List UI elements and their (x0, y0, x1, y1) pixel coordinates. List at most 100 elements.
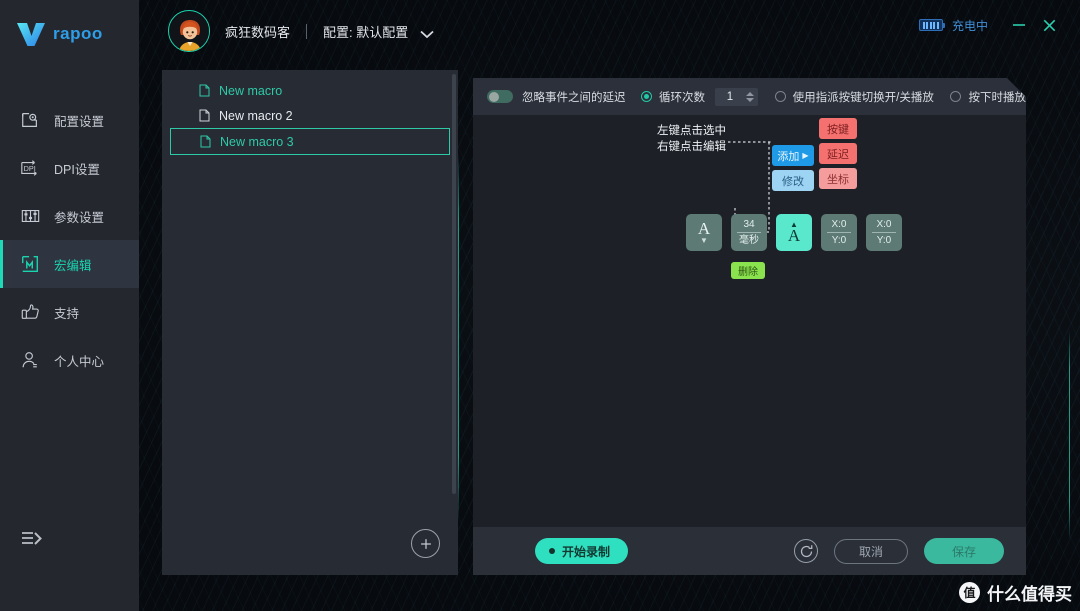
save-button[interactable]: 保存 (924, 538, 1004, 564)
sidebar-item-config[interactable]: 配置设置 (0, 96, 139, 144)
context-menu-label: 修改 (782, 175, 804, 188)
loop-count-value[interactable]: 1 (715, 91, 745, 103)
macro-block-key[interactable]: A ▼ (686, 214, 722, 251)
user-name: 疯狂数码客 (225, 24, 291, 40)
svg-text:DPI: DPI (24, 164, 36, 173)
context-menu-item-modify[interactable]: 修改 (772, 170, 814, 191)
macro-name: New macro (219, 83, 283, 98)
sidebar-item-label: 个人中心 (54, 354, 105, 369)
macro-m-icon (19, 253, 41, 275)
option-toggle-playback[interactable]: 使用指派按键切换开/关播放 (775, 89, 934, 105)
macro-block-coord[interactable]: X:0 Y:0 (821, 214, 857, 251)
start-recording-button[interactable]: 开始录制 (535, 538, 629, 564)
macro-canvas[interactable]: 左键点击选中 右键点击编辑 添加 ▶ 修改 按键 延迟 坐标 A ▼ 34 毫秒… (473, 115, 1026, 527)
block-coord-x: X:0 (876, 219, 892, 230)
chevron-down-icon[interactable] (419, 26, 435, 39)
block-key-glyph: A (697, 219, 711, 238)
window-controls: 充电中 (918, 12, 1064, 38)
record-dot-icon (549, 548, 555, 554)
option-label: 忽略事件之间的延迟 (522, 91, 626, 104)
canvas-hint: 左键点击选中 右键点击编辑 (657, 123, 726, 155)
watermark-text: 什么值得买 (987, 585, 1072, 604)
delete-block-button[interactable]: 删除 (731, 262, 765, 279)
option-ignore-delay[interactable]: 忽略事件之间的延迟 (487, 89, 626, 105)
block-coord-y: Y:0 (831, 235, 847, 246)
panel-accent-line-right (1068, 330, 1070, 540)
context-menu-item-add[interactable]: 添加 ▶ (772, 145, 814, 166)
close-icon[interactable] (1034, 12, 1064, 38)
file-icon (199, 109, 210, 122)
collapse-arrow-icon[interactable] (20, 529, 44, 549)
config-icon (19, 109, 41, 131)
user-profile[interactable]: 疯狂数码客 配置: 默认配置 (168, 10, 435, 52)
sidebar-item-support[interactable]: 支持 (0, 288, 139, 336)
sidebar-item-macro[interactable]: 宏编辑 (0, 240, 139, 288)
battery-charging-icon (918, 19, 946, 31)
list-item[interactable]: New macro 2 (163, 103, 457, 128)
submenu-item-delay[interactable]: 延迟 (819, 143, 857, 164)
context-submenu: 按键 延迟 坐标 (819, 118, 857, 189)
macro-editor-panel: 忽略事件之间的延迟 循环次数 1 使用指派按键切换开/关播放 按下时播放 左键点… (473, 78, 1026, 575)
loop-count-stepper[interactable]: 1 (715, 88, 758, 106)
file-icon (199, 84, 210, 97)
play-on-press-radio[interactable] (950, 91, 961, 102)
watermark: 值 什么值得买 (959, 580, 1072, 605)
list-item-selected[interactable]: New macro 3 (170, 128, 450, 155)
submenu-arrow-icon: ▶ (802, 151, 809, 160)
record-label: 开始录制 (562, 544, 611, 559)
rapoo-v-logo-icon (16, 20, 46, 48)
loop-count-radio[interactable] (641, 91, 652, 102)
user-icon (19, 349, 41, 371)
footer-actions: 取消 保存 (794, 538, 1004, 564)
block-coord-y: Y:0 (876, 235, 892, 246)
topbar: 疯狂数码客 配置: 默认配置 充电中 (139, 0, 1080, 62)
minimize-icon[interactable] (1004, 12, 1034, 38)
list-item[interactable]: New macro (163, 78, 457, 103)
macro-block-coord[interactable]: X:0 Y:0 (866, 214, 902, 251)
panel-accent-line-left (458, 152, 460, 522)
sidebar-nav: 配置设置 DPI DPI设置 参数设置 宏编辑 支持 个人中心 (0, 96, 139, 384)
refresh-icon[interactable] (794, 539, 818, 563)
plus-circle-icon[interactable] (411, 529, 440, 558)
profile-label: 配置: 默认配置 (323, 24, 409, 40)
sidebar-item-params[interactable]: 参数设置 (0, 192, 139, 240)
sliders-icon (19, 205, 41, 227)
ignore-delay-toggle[interactable] (487, 90, 513, 103)
option-play-on-press[interactable]: 按下时播放 (950, 89, 1026, 105)
macro-name: New macro 2 (219, 108, 293, 123)
macro-list: New macro New macro 2 New macro 3 (162, 70, 458, 155)
sidebar-item-dpi[interactable]: DPI DPI设置 (0, 144, 139, 192)
hint-line-2: 右键点击编辑 (657, 141, 726, 153)
cancel-button[interactable]: 取消 (834, 538, 908, 564)
sidebar-item-label: 宏编辑 (54, 258, 92, 273)
block-delay-value: 34 (743, 219, 755, 230)
macro-name: New macro 3 (220, 134, 294, 149)
block-delay-unit: 毫秒 (739, 235, 759, 246)
macro-block-delay[interactable]: 34 毫秒 (731, 214, 767, 251)
block-coord-x: X:0 (831, 219, 847, 230)
sidebar-item-profile[interactable]: 个人中心 (0, 336, 139, 384)
macro-block-row: A ▼ 34 毫秒 ▲ A X:0 Y:0 X:0 Y:0 (686, 214, 902, 251)
brand-name: rapoo (53, 24, 103, 43)
thumbs-up-icon (19, 301, 41, 323)
option-label: 循环次数 (658, 91, 705, 104)
toggle-playback-radio[interactable] (775, 91, 786, 102)
sidebar-item-label: 参数设置 (54, 210, 105, 225)
key-release-caret-icon: ▼ (700, 236, 708, 245)
option-label: 使用指派按键切换开/关播放 (792, 91, 934, 104)
stepper-arrows-icon[interactable] (745, 88, 758, 106)
avatar (168, 10, 210, 52)
submenu-item-coord[interactable]: 坐标 (819, 168, 857, 189)
macro-list-panel: New macro New macro 2 New macro 3 (162, 70, 458, 575)
macro-block-key-selected[interactable]: ▲ A (776, 214, 812, 251)
list-scrollbar[interactable] (452, 74, 456, 494)
option-loop-count[interactable]: 循环次数 1 (641, 88, 758, 106)
connector-lines (728, 141, 771, 233)
block-key-glyph: A (787, 226, 801, 245)
app-window: rapoo 配置设置 DPI DPI设置 参数设置 宏编辑 支持 个人中心 疯狂… (0, 0, 1080, 611)
sidebar-item-label: 配置设置 (54, 114, 105, 129)
editor-footer: 开始录制 取消 保存 (473, 527, 1026, 575)
submenu-item-key[interactable]: 按键 (819, 118, 857, 139)
context-menu: 添加 ▶ 修改 (772, 145, 814, 191)
context-menu-label: 添加 (777, 150, 800, 163)
